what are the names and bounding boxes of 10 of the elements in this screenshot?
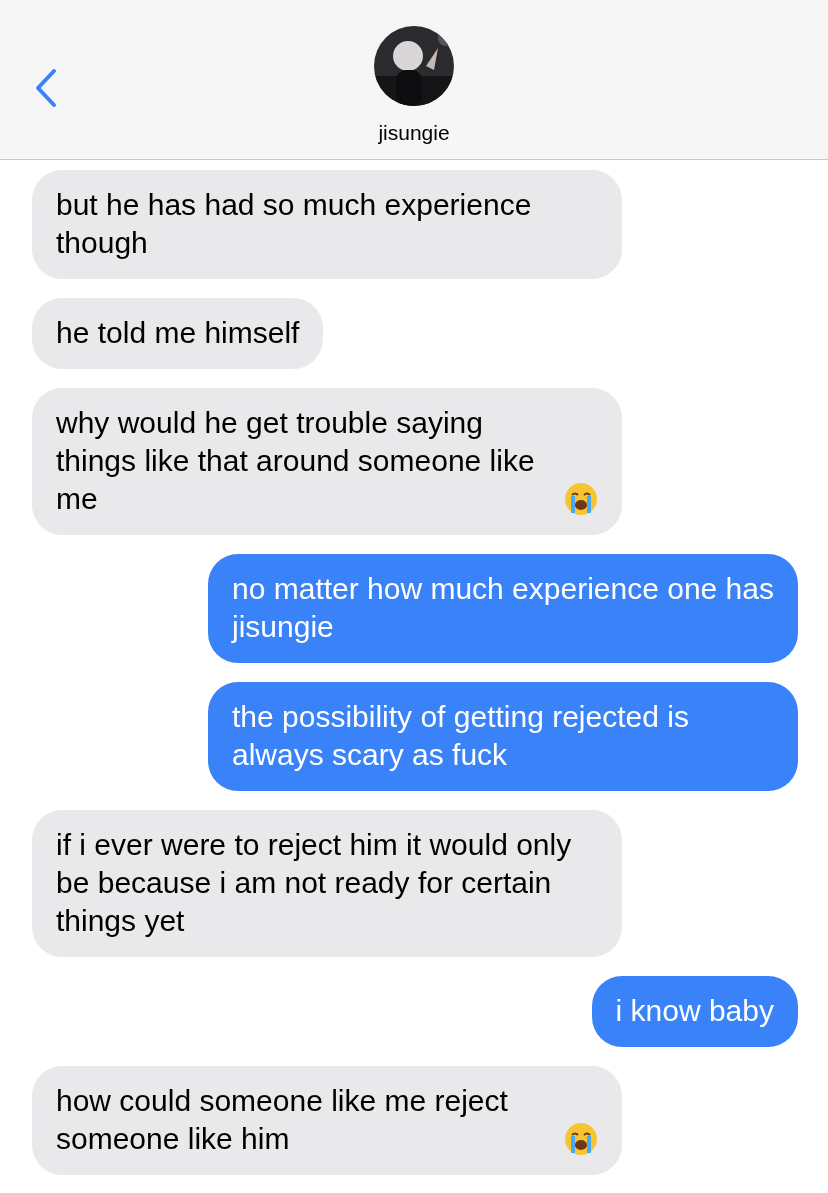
message-text: the possibility of getting rejected is always scary as fuck xyxy=(232,699,690,773)
message-text: if i ever were to reject him it would only be because i am not ready for certain things yet xyxy=(56,827,573,939)
message-text: but he has had so much experience though xyxy=(56,187,533,261)
back-icon[interactable] xyxy=(34,68,58,108)
message-text: no matter how much experience one has jisungie xyxy=(232,571,774,645)
message-text: why would he get trouble saying things like that around someone like me xyxy=(56,405,536,517)
message-text: i know baby xyxy=(615,993,774,1029)
contact-name: jisungie xyxy=(378,120,450,146)
message-text: he told me himself xyxy=(56,315,300,351)
message-text: how could someone like me reject someone like him xyxy=(56,1083,509,1157)
